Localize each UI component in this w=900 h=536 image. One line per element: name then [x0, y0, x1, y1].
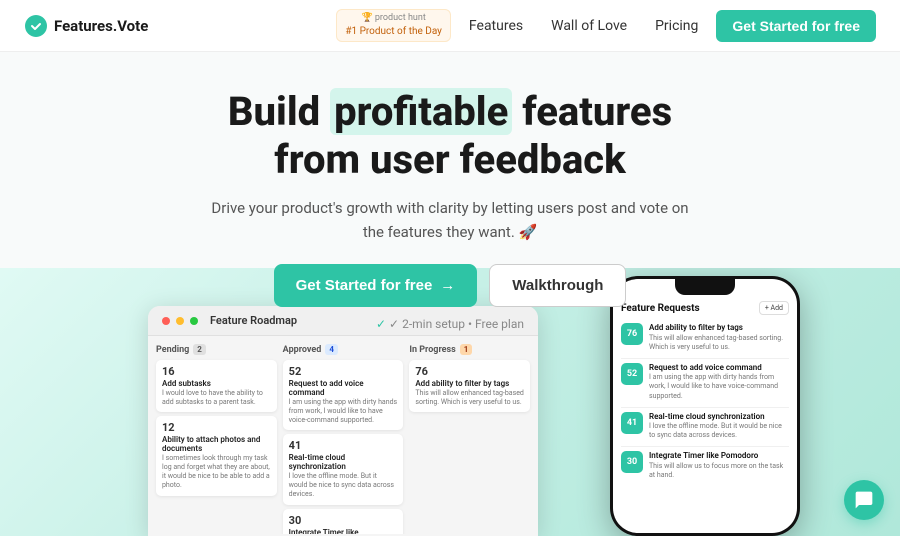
chat-icon: [854, 490, 874, 510]
logo-icon: [24, 14, 48, 38]
kanban-card: 12 Ability to attach photos and document…: [156, 416, 277, 495]
walkthrough-button[interactable]: Walkthrough: [489, 264, 626, 307]
navbar: Features.Vote 🏆 product hunt #1 Product …: [0, 0, 900, 52]
phone-divider: [621, 358, 789, 359]
kanban-card: 76 Add ability to filter by tags This wi…: [409, 360, 530, 412]
chat-bubble-button[interactable]: [844, 480, 884, 520]
headline-line2: from user feedback: [274, 136, 625, 183]
headline-before: Build: [228, 88, 330, 135]
get-started-button[interactable]: Get Started for free →: [274, 264, 478, 307]
nav-features-link[interactable]: Features: [459, 12, 533, 40]
kanban-col-approved: Approved 4 52 Request to add voice comma…: [283, 344, 404, 526]
nav-cta-button[interactable]: Get Started for free: [716, 10, 876, 42]
hero-section: Build profitable features from user feed…: [0, 52, 900, 351]
hero-headline: Build profitable features from user feed…: [0, 88, 900, 184]
kanban-card: 52 Request to add voice command I am usi…: [283, 360, 404, 430]
hero-note: ✓ ✓ 2-min setup • Free plan: [0, 317, 900, 331]
headline-after: features: [512, 88, 672, 135]
hero-buttons: Get Started for free → Walkthrough: [0, 264, 900, 307]
headline-highlight: profitable: [330, 88, 512, 135]
kanban-card: 16 Add subtasks I would love to have the…: [156, 360, 277, 412]
kanban-card: 41 Real-time cloud synchronization I lov…: [283, 434, 404, 504]
logo[interactable]: Features.Vote: [24, 14, 148, 38]
nav-right: 🏆 product hunt #1 Product of the Day Fea…: [336, 9, 876, 42]
product-of-day-badge: 🏆 product hunt #1 Product of the Day: [336, 9, 451, 42]
phone-card: 52 Request to add voice command I am usi…: [621, 363, 789, 401]
kanban-col-in-progress: In Progress 1 76 Add ability to filter b…: [409, 344, 530, 526]
nav-pricing-link[interactable]: Pricing: [645, 12, 708, 40]
nav-wall-of-love-link[interactable]: Wall of Love: [541, 12, 637, 40]
hero-subtitle: Drive your product's growth with clarity…: [0, 196, 900, 244]
phone-card: 41 Real-time cloud synchronization I lov…: [621, 412, 789, 441]
phone-card: 30 Integrate Timer like Pomodoro This wi…: [621, 451, 789, 480]
phone-divider: [621, 407, 789, 408]
kanban-col-pending: Pending 2 16 Add subtasks I would love t…: [156, 344, 277, 526]
kanban-card: 30 Integrate Timer like Pomodoro This wi…: [283, 509, 404, 534]
kanban-body: Pending 2 16 Add subtasks I would love t…: [148, 336, 538, 534]
phone-divider: [621, 446, 789, 447]
